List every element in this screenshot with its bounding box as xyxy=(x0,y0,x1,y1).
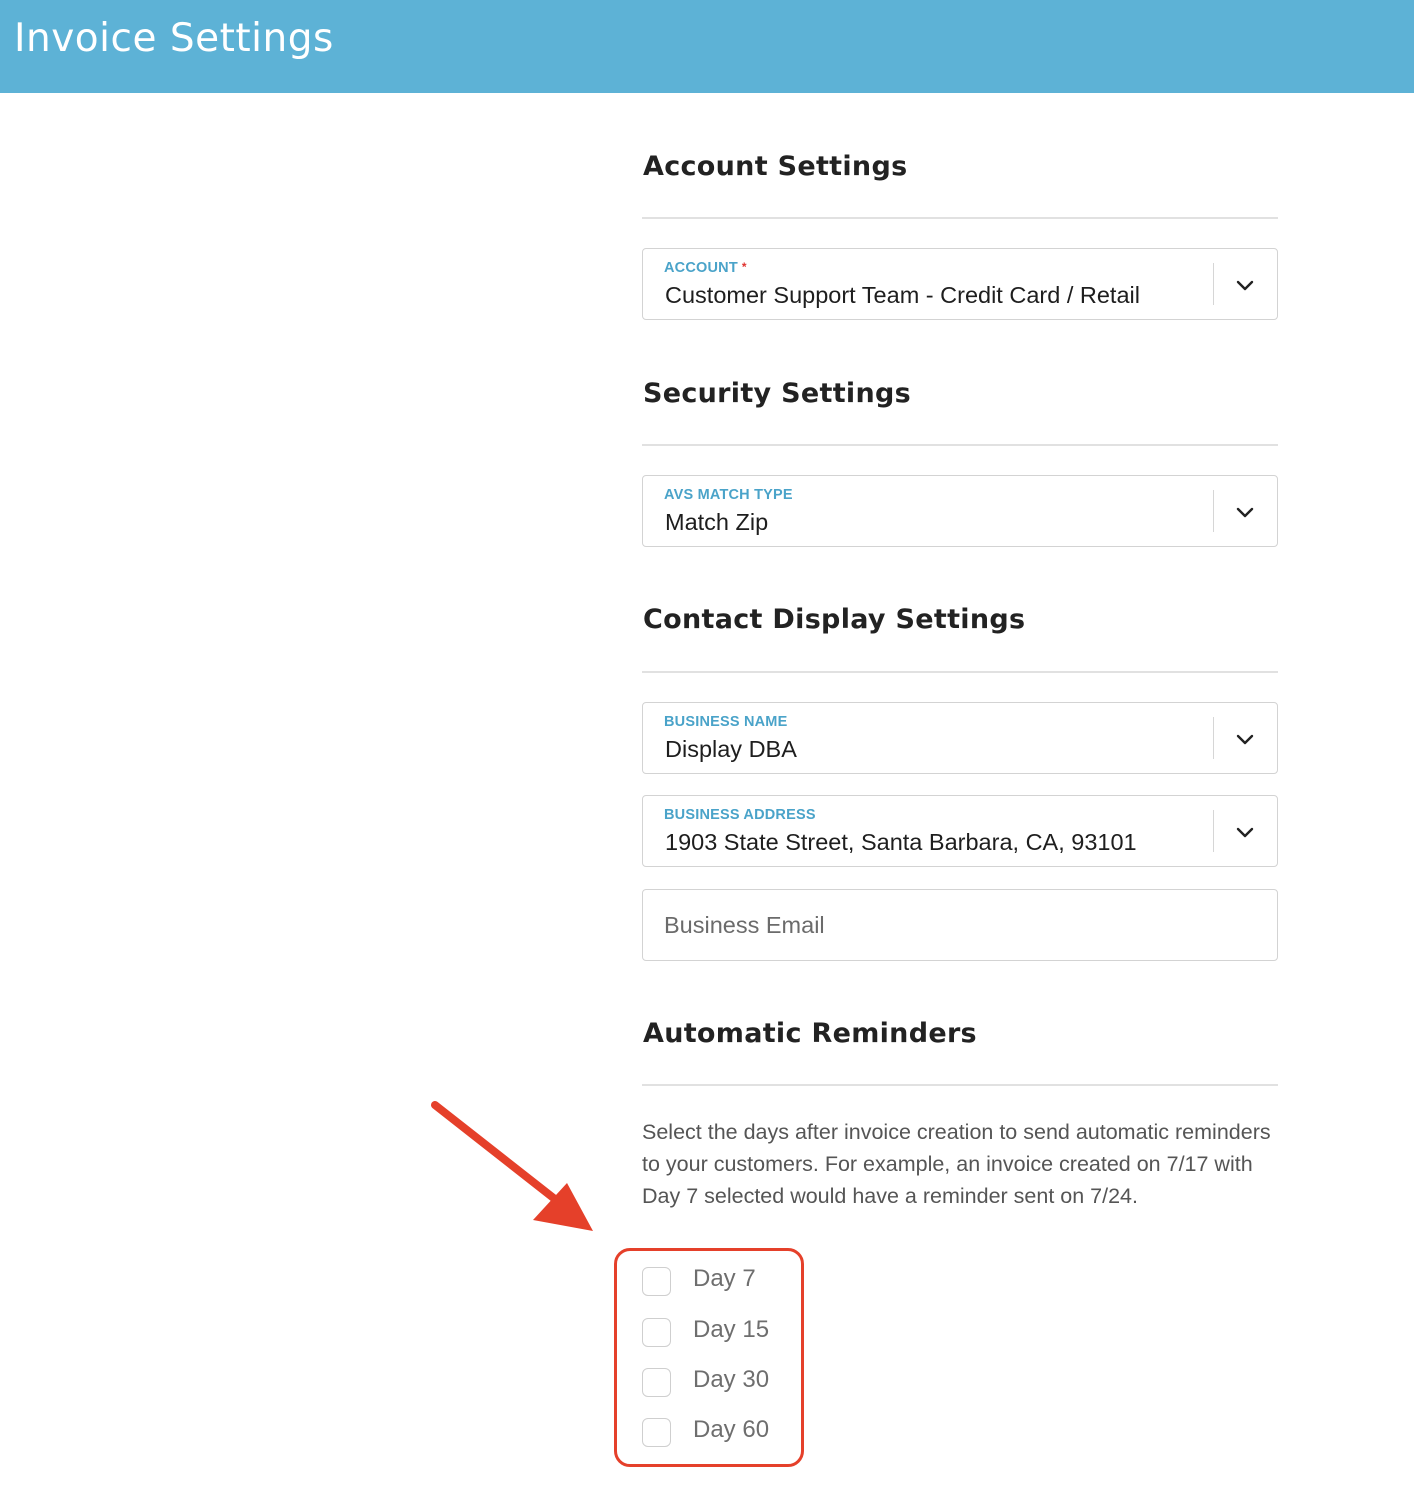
avs-match-type-select[interactable]: AVS MATCH TYPE Match Zip xyxy=(642,475,1278,547)
reminder-option-day-7[interactable]: Day 7 xyxy=(642,1265,802,1297)
reminder-option-label: Day 7 xyxy=(693,1265,756,1292)
reminder-option-label: Day 15 xyxy=(693,1316,770,1343)
required-marker: * xyxy=(741,260,747,274)
business-address-label: BUSINESS ADDRESS xyxy=(664,807,816,823)
divider xyxy=(642,444,1278,446)
business-email-input[interactable] xyxy=(642,889,1278,961)
reminder-option-label: Day 60 xyxy=(693,1416,770,1443)
account-select[interactable]: ACCOUNT * Customer Support Team - Credit … xyxy=(642,248,1278,320)
page-title: Invoice Settings xyxy=(14,16,334,61)
reminder-option-day-15[interactable]: Day 15 xyxy=(642,1316,802,1348)
chevron-down-icon[interactable] xyxy=(1235,502,1255,522)
divider xyxy=(642,1084,1278,1086)
reminder-option-day-30[interactable]: Day 30 xyxy=(642,1366,802,1398)
settings-form: Account Settings ACCOUNT * Customer Suppo… xyxy=(642,93,1278,1488)
section-title-contact: Contact Display Settings xyxy=(643,604,1026,635)
select-separator xyxy=(1213,263,1214,305)
annotation-arrow-icon xyxy=(431,1101,593,1231)
business-address-value: 1903 State Street, Santa Barbara, CA, 93… xyxy=(665,829,1137,855)
chevron-down-icon[interactable] xyxy=(1235,275,1255,295)
business-name-label: BUSINESS NAME xyxy=(664,714,788,730)
checkbox[interactable] xyxy=(642,1418,671,1447)
business-name-value: Display DBA xyxy=(665,736,797,762)
select-separator xyxy=(1213,490,1214,532)
select-separator xyxy=(1213,810,1214,852)
chevron-down-icon[interactable] xyxy=(1235,822,1255,842)
checkbox[interactable] xyxy=(642,1318,671,1347)
divider xyxy=(642,217,1278,219)
account-value: Customer Support Team - Credit Card / Re… xyxy=(665,282,1140,308)
reminder-option-label: Day 30 xyxy=(693,1366,770,1393)
reminders-description: Select the days after invoice creation t… xyxy=(642,1120,1271,1208)
business-address-select[interactable]: BUSINESS ADDRESS 1903 State Street, Sant… xyxy=(642,795,1278,867)
section-title-reminders: Automatic Reminders xyxy=(643,1018,977,1049)
reminder-option-day-60[interactable]: Day 60 xyxy=(642,1416,802,1448)
business-name-select[interactable]: BUSINESS NAME Display DBA xyxy=(642,702,1278,774)
divider xyxy=(642,671,1278,673)
select-separator xyxy=(1213,717,1214,759)
app-header: Invoice Settings xyxy=(0,0,1414,93)
section-title-security: Security Settings xyxy=(643,378,912,409)
account-label: ACCOUNT * xyxy=(664,260,747,276)
checkbox[interactable] xyxy=(642,1267,671,1296)
avs-match-type-label: AVS MATCH TYPE xyxy=(664,487,793,503)
section-title-account: Account Settings xyxy=(643,151,908,182)
avs-match-type-value: Match Zip xyxy=(665,509,769,535)
checkbox[interactable] xyxy=(642,1368,671,1397)
chevron-down-icon[interactable] xyxy=(1235,729,1255,749)
